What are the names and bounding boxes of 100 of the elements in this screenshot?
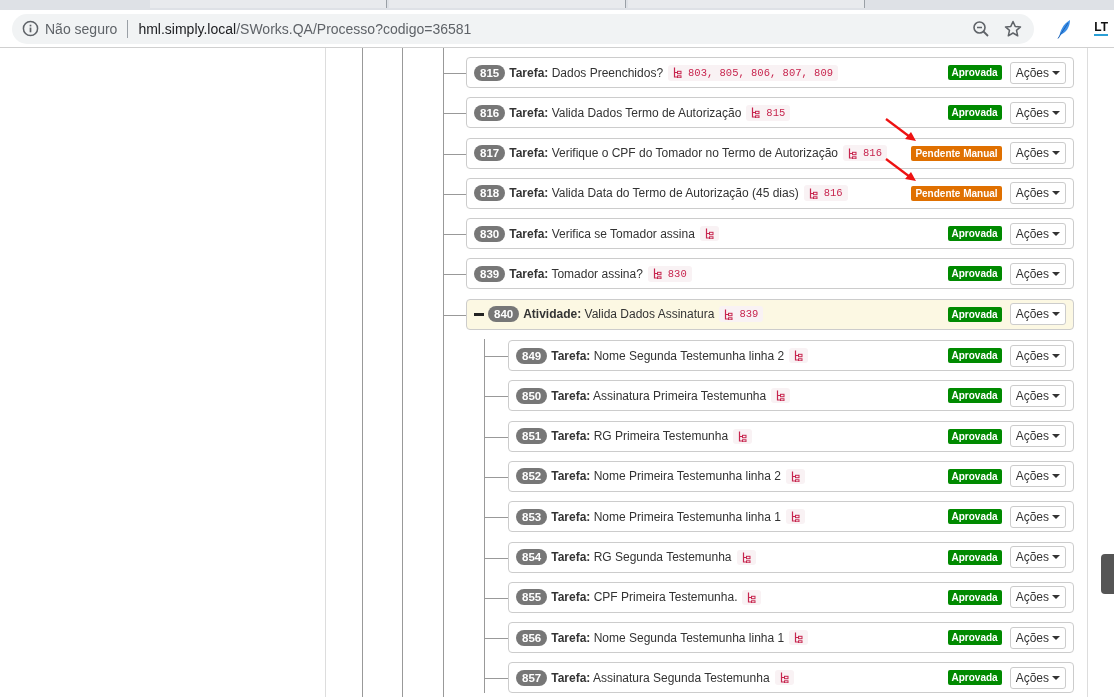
item-title: Tarefa: CPF Primeira Testemunha.: [551, 590, 738, 605]
item-title: Tarefa: Assinatura Primeira Testemunha: [551, 388, 767, 403]
caret-icon: [1052, 312, 1060, 317]
status-label: Aprovada: [947, 306, 1002, 322]
status-label: Aprovada: [947, 105, 1002, 121]
caret-icon: [1052, 555, 1060, 560]
status-label: Aprovada: [947, 589, 1002, 605]
extension-logo[interactable]: LT: [1094, 21, 1108, 36]
caret-icon: [1052, 272, 1060, 276]
status-label: Pendente Manual: [911, 185, 1002, 201]
hierarchy-icon: [790, 511, 800, 523]
caret-icon: [1052, 514, 1060, 519]
id-badge: 850: [516, 387, 548, 404]
dependency-tag: 830: [647, 266, 692, 282]
actions-button[interactable]: Ações: [1009, 222, 1066, 245]
hierarchy-icon: [776, 390, 786, 402]
actions-button[interactable]: Ações: [1009, 344, 1066, 367]
security-label: Não seguro: [45, 20, 118, 37]
status-label: Pendente Manual: [911, 145, 1002, 161]
item-title: Tarefa: Nome Segunda Testemunha linha 1: [551, 630, 785, 645]
hierarchy-icon: [704, 228, 714, 240]
actions-button[interactable]: Ações: [1009, 182, 1066, 205]
hierarchy-icon: [738, 430, 748, 442]
id-badge: 854: [516, 549, 548, 566]
status-label: Aprovada: [947, 468, 1002, 484]
dependency-tag: 816: [803, 185, 848, 202]
caret-icon: [1052, 434, 1060, 439]
item-title: Tarefa: RG Primeira Testemunha: [551, 429, 729, 444]
caret-icon: [1052, 70, 1060, 75]
dependency-tag: 803, 805, 806, 807, 809: [668, 64, 838, 81]
hierarchy-icon: [790, 470, 800, 482]
item-title: Tarefa: Nome Segunda Testemunha linha 2: [551, 348, 785, 363]
status-label: Aprovada: [947, 65, 1002, 80]
id-badge: 816: [474, 104, 506, 121]
actions-button[interactable]: Ações: [1009, 546, 1066, 569]
address-bar[interactable]: Não seguro hml.simply.local/SWorks.QA/Processo?codigo=36581: [12, 13, 1035, 44]
status-label: Aprovada: [947, 428, 1002, 444]
actions-button[interactable]: Ações: [1009, 142, 1066, 165]
actions-button[interactable]: Ações: [1009, 505, 1066, 528]
actions-button[interactable]: Ações: [1009, 666, 1066, 689]
caret-icon: [1052, 393, 1060, 398]
status-label: Aprovada: [947, 266, 1002, 282]
actions-button[interactable]: Ações: [1009, 384, 1066, 407]
collapse-icon[interactable]: [474, 312, 484, 316]
actions-button[interactable]: Ações: [1009, 61, 1066, 84]
item-title: Tarefa: Assinatura Segunda Testemunha: [551, 670, 770, 685]
status-label: Aprovada: [947, 630, 1002, 646]
item-title: Tarefa: Valida Data do Termo de Autorização (45 dias): [509, 186, 799, 201]
hierarchy-icon: [747, 591, 757, 603]
caret-icon: [1052, 595, 1060, 600]
id-badge: 857: [516, 669, 548, 686]
item-title: Tarefa: Valida Dados Termo de Autorização: [509, 105, 742, 120]
caret-icon: [1052, 675, 1060, 680]
actions-button[interactable]: Ações: [1009, 465, 1066, 488]
star-icon[interactable]: [1004, 19, 1023, 38]
actions-button[interactable]: Ações: [1009, 263, 1066, 285]
zoom-out-icon[interactable]: [972, 19, 991, 38]
hierarchy-icon: [652, 268, 662, 280]
dependency-tag: 816: [843, 145, 887, 162]
status-label: Aprovada: [947, 226, 1002, 242]
status-label: Aprovada: [947, 348, 1002, 364]
status-label: Aprovada: [947, 509, 1002, 525]
status-label: Aprovada: [947, 549, 1002, 565]
item-title: Tarefa: Tomador assina?: [509, 267, 643, 281]
id-badge: 817: [474, 145, 506, 162]
hierarchy-icon: [724, 308, 734, 320]
id-badge: 839: [474, 266, 506, 282]
hierarchy-icon: [779, 672, 789, 684]
hierarchy-icon: [673, 67, 683, 78]
caret-icon: [1052, 110, 1060, 115]
id-badge: 856: [516, 629, 548, 646]
caret-icon: [1052, 353, 1060, 358]
dependency-tag: 815: [746, 104, 791, 121]
id-badge: 849: [516, 347, 548, 364]
caret-icon: [1052, 635, 1060, 640]
url-text: hml.simply.local/SWorks.QA/Processo?codigo=36581: [138, 20, 472, 37]
id-badge: 840: [488, 306, 520, 323]
item-title: Atividade: Valida Dados Assinatura: [523, 307, 715, 322]
item-title: Tarefa: Dados Preenchidos?: [509, 65, 664, 80]
caret-icon: [1052, 191, 1060, 196]
info-icon[interactable]: [22, 20, 39, 37]
caret-icon: [1052, 474, 1060, 479]
actions-button[interactable]: Ações: [1009, 101, 1066, 124]
scrollbar-thumb[interactable]: [1101, 554, 1114, 594]
hierarchy-icon: [848, 147, 858, 159]
actions-button[interactable]: Ações: [1009, 626, 1066, 649]
actions-button[interactable]: Ações: [1009, 425, 1066, 448]
hierarchy-icon: [751, 107, 761, 119]
feather-icon[interactable]: [1056, 18, 1073, 39]
item-title: Tarefa: Verifique o CPF do Tomador no Termo de Autorização: [509, 146, 839, 161]
id-badge: 815: [474, 64, 506, 81]
id-badge: 855: [516, 589, 548, 606]
actions-button[interactable]: Ações: [1009, 586, 1066, 609]
item-title: Tarefa: Verifica se Tomador assina: [509, 226, 695, 241]
status-label: Aprovada: [947, 388, 1002, 404]
id-badge: 830: [474, 225, 506, 242]
id-badge: 851: [516, 428, 548, 445]
hierarchy-icon: [808, 187, 818, 199]
actions-button[interactable]: Ações: [1009, 303, 1066, 326]
id-badge: 853: [516, 508, 548, 525]
